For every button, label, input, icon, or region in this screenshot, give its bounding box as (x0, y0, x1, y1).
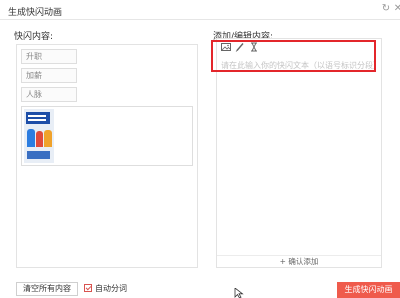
flash-content-list: 升职 加薪 人脉 (16, 44, 198, 268)
left-section-label: 快闪内容: (14, 32, 54, 42)
generate-flash-button[interactable]: 生成快闪动画 (337, 282, 400, 298)
refresh-icon[interactable]: ↻ (380, 3, 392, 15)
content-item-tag[interactable]: 加薪 (21, 68, 77, 83)
title-bar: 生成快闪动画 ↻ ✕ (0, 0, 400, 20)
content-item-media (21, 106, 193, 166)
poster-thumbnail[interactable] (24, 109, 54, 163)
pen-icon[interactable] (235, 42, 245, 52)
mouse-cursor-icon (234, 288, 244, 298)
content-item-tag[interactable]: 升职 (21, 49, 77, 64)
edit-content-panel: + 确认添加 (216, 38, 382, 268)
auto-split-label: 自动分词 (95, 284, 127, 293)
confirm-add-button[interactable]: + 确认添加 (217, 255, 381, 269)
close-icon[interactable]: ✕ (392, 3, 400, 15)
window-title: 生成快闪动画 (8, 8, 63, 18)
clear-all-button[interactable]: 清空所有内容 (16, 282, 78, 296)
hourglass-icon[interactable] (249, 42, 259, 52)
flash-text-input[interactable] (219, 58, 379, 72)
image-icon[interactable] (221, 42, 231, 52)
auto-split-checkbox[interactable] (84, 284, 92, 292)
content-item-tag[interactable]: 人脉 (21, 87, 77, 102)
edit-toolbar (217, 39, 381, 53)
